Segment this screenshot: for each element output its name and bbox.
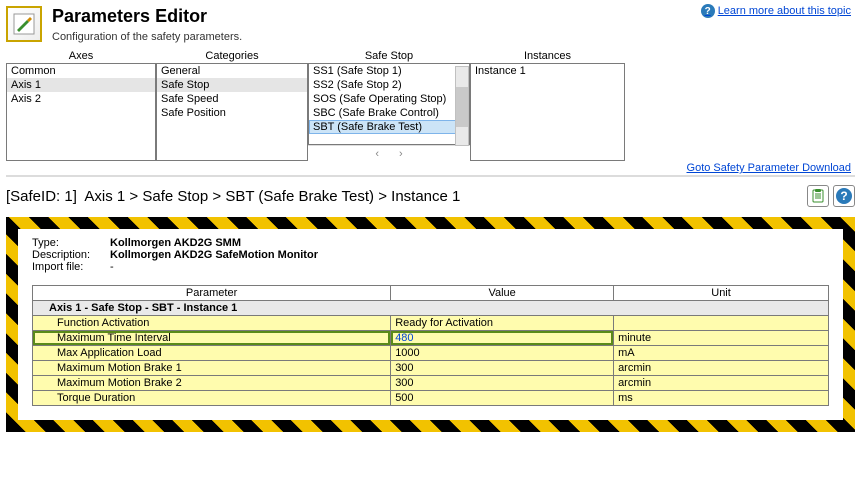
clipboard-button[interactable] bbox=[807, 185, 829, 207]
instances-header: Instances bbox=[470, 49, 625, 63]
table-row[interactable]: Maximum Motion Brake 1 300 arcmin bbox=[33, 361, 829, 376]
chevron-right-icon: › bbox=[399, 148, 403, 160]
page-subtitle: Configuration of the safety parameters. bbox=[52, 31, 242, 43]
breadcrumb-part: SBT (Safe Brake Test) bbox=[225, 188, 374, 205]
import-file-label: Import file: bbox=[32, 261, 110, 273]
param-name: Torque Duration bbox=[33, 391, 391, 406]
categories-listbox[interactable]: General Safe Stop Safe Speed Safe Positi… bbox=[156, 63, 308, 161]
goto-download-link[interactable]: Goto Safety Parameter Download bbox=[687, 162, 851, 174]
description-value: Kollmorgen AKD2G SafeMotion Monitor bbox=[110, 249, 318, 261]
param-name: Maximum Time Interval bbox=[33, 331, 391, 346]
list-item[interactable]: Safe Position bbox=[157, 106, 307, 120]
list-item[interactable]: SOS (Safe Operating Stop) bbox=[309, 92, 469, 106]
list-item[interactable]: Axis 2 bbox=[7, 92, 155, 106]
vertical-scrollbar[interactable] bbox=[455, 66, 469, 146]
list-item[interactable]: SBC (Safe Brake Control) bbox=[309, 106, 469, 120]
learn-more-link[interactable]: ? Learn more about this topic bbox=[701, 4, 851, 18]
safety-panel: Type: Kollmorgen AKD2G SMM Description: … bbox=[6, 217, 855, 432]
table-row[interactable]: Max Application Load 1000 mA bbox=[33, 346, 829, 361]
col-unit[interactable]: Unit bbox=[614, 286, 829, 301]
table-row[interactable]: Torque Duration 500 ms bbox=[33, 391, 829, 406]
list-item[interactable]: Common bbox=[7, 64, 155, 78]
breadcrumb-part: Instance 1 bbox=[391, 188, 460, 205]
description-label: Description: bbox=[32, 249, 110, 261]
list-item[interactable]: SS2 (Safe Stop 2) bbox=[309, 78, 469, 92]
learn-more-label: Learn more about this topic bbox=[718, 5, 851, 17]
parameters-editor-icon bbox=[6, 6, 42, 42]
list-item[interactable]: General bbox=[157, 64, 307, 78]
list-item-label: SBT (Safe Brake Test) bbox=[313, 121, 422, 133]
param-unit bbox=[614, 316, 829, 331]
param-unit: arcmin bbox=[614, 361, 829, 376]
param-value[interactable]: 300 bbox=[391, 376, 614, 391]
list-item[interactable]: SS1 (Safe Stop 1) bbox=[309, 64, 469, 78]
col-value[interactable]: Value bbox=[391, 286, 614, 301]
table-row[interactable]: Maximum Time Interval 480 minute bbox=[33, 331, 829, 346]
list-item[interactable]: Safe Speed bbox=[157, 92, 307, 106]
safeid-label: [SafeID: 1] bbox=[6, 188, 77, 205]
param-value[interactable]: 1000 bbox=[391, 346, 614, 361]
categories-header: Categories bbox=[156, 49, 308, 63]
param-unit: arcmin bbox=[614, 376, 829, 391]
table-row[interactable]: Function Activation Ready for Activation bbox=[33, 316, 829, 331]
chevron-left-icon: ‹ bbox=[375, 148, 379, 160]
page-title: Parameters Editor bbox=[52, 6, 242, 27]
list-item[interactable]: Safe Stop bbox=[157, 78, 307, 92]
instances-listbox[interactable]: Instance 1 bbox=[470, 63, 625, 161]
help-button[interactable]: ? bbox=[833, 185, 855, 207]
breadcrumb: [SafeID: 1] Axis 1 > Safe Stop > SBT (Sa… bbox=[6, 188, 460, 205]
param-name: Function Activation bbox=[33, 316, 391, 331]
table-row[interactable]: Maximum Motion Brake 2 300 arcmin bbox=[33, 376, 829, 391]
param-value[interactable]: 480 bbox=[391, 331, 614, 346]
param-value[interactable]: 500 bbox=[391, 391, 614, 406]
goto-download-label: Goto Safety Parameter Download bbox=[687, 162, 851, 174]
list-item[interactable]: Axis 1 bbox=[7, 78, 155, 92]
col-parameter[interactable]: Parameter bbox=[33, 286, 391, 301]
type-value: Kollmorgen AKD2G SMM bbox=[110, 237, 241, 249]
breadcrumb-part: Axis 1 bbox=[84, 188, 125, 205]
param-name: Maximum Motion Brake 2 bbox=[33, 376, 391, 391]
list-item[interactable]: Instance 1 bbox=[471, 64, 624, 78]
param-value[interactable]: 300 bbox=[391, 361, 614, 376]
safestop-header: Safe Stop bbox=[308, 49, 470, 63]
breadcrumb-part: Safe Stop bbox=[142, 188, 208, 205]
list-item[interactable]: SBT (Safe Brake Test) ⌄ bbox=[309, 120, 469, 134]
divider bbox=[6, 175, 855, 177]
group-label: Axis 1 - Safe Stop - SBT - Instance 1 bbox=[33, 301, 829, 316]
param-unit: minute bbox=[614, 331, 829, 346]
param-name: Maximum Motion Brake 1 bbox=[33, 361, 391, 376]
group-row: Axis 1 - Safe Stop - SBT - Instance 1 bbox=[33, 301, 829, 316]
axes-header: Axes bbox=[6, 49, 156, 63]
param-unit: ms bbox=[614, 391, 829, 406]
help-icon: ? bbox=[701, 4, 715, 18]
safestop-listbox[interactable]: SS1 (Safe Stop 1) SS2 (Safe Stop 2) SOS … bbox=[308, 63, 470, 145]
help-icon: ? bbox=[836, 188, 852, 204]
param-name: Max Application Load bbox=[33, 346, 391, 361]
import-file-value: - bbox=[110, 261, 114, 273]
info-table: Type: Kollmorgen AKD2G SMM Description: … bbox=[32, 237, 829, 273]
parameters-table: Parameter Value Unit Axis 1 - Safe Stop … bbox=[32, 285, 829, 406]
horizontal-scroll[interactable]: ‹ › bbox=[308, 145, 470, 161]
param-unit: mA bbox=[614, 346, 829, 361]
axes-listbox[interactable]: Common Axis 1 Axis 2 bbox=[6, 63, 156, 161]
type-label: Type: bbox=[32, 237, 110, 249]
param-value[interactable]: Ready for Activation bbox=[391, 316, 614, 331]
